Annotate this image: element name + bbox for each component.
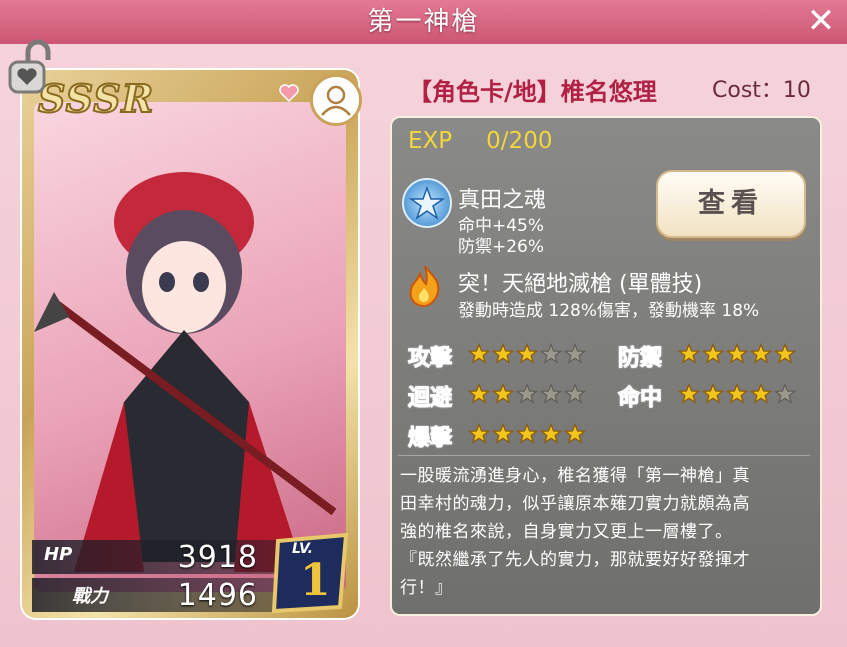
star-skill-icon: [402, 178, 452, 228]
attr-stars-attack: [467, 342, 588, 367]
star-filled-icon: [701, 382, 725, 404]
star-empty-icon: [563, 382, 587, 404]
dialog-title: 第一神槍: [367, 7, 480, 37]
passive-skill-effect-2: 防禦+26%: [458, 237, 545, 257]
star-filled-icon: [515, 422, 539, 444]
hp-row: HP 3918: [32, 540, 282, 575]
view-button[interactable]: 查看: [656, 170, 806, 238]
star-filled-icon: [749, 382, 773, 404]
character-art: [34, 102, 346, 592]
attr-label-accuracy: 命中: [617, 386, 663, 412]
star-filled-icon: [677, 342, 701, 364]
attr-label-critical: 爆擊: [407, 426, 453, 452]
star-filled-icon: [773, 342, 797, 364]
close-icon[interactable]: ✕: [803, 4, 839, 40]
attr-label-defense: 防禦: [617, 346, 663, 372]
card-stats: HP 3918 戰力 1496: [32, 536, 282, 613]
star-empty-icon: [563, 342, 587, 364]
divider: [398, 455, 810, 456]
attr-label-attack: 攻擊: [407, 346, 453, 372]
description-line: 一股暖流湧進身心，椎名獲得「第一神槍」真: [400, 466, 750, 486]
fire-icon: [402, 262, 448, 308]
star-filled-icon: [467, 422, 491, 444]
star-filled-icon: [725, 342, 749, 364]
active-skill-desc: 發動時造成 128%傷害，發動機率 18%: [458, 301, 760, 321]
level-value: 1: [300, 555, 331, 606]
power-row: 戰力 1496: [32, 578, 282, 613]
star-filled-icon: [725, 382, 749, 404]
power-label: 戰力: [72, 586, 108, 607]
star-empty-icon: [773, 382, 797, 404]
power-value: 1496: [177, 578, 258, 613]
attr-stars-defense: [677, 342, 798, 367]
cost-label: Cost：10: [712, 78, 811, 103]
star-filled-icon: [515, 342, 539, 364]
attr-stars-evasion: [467, 382, 588, 407]
exp-value: 0/200: [486, 128, 553, 154]
active-skill-name: 突！天絕地滅槍 (單體技): [458, 272, 703, 297]
description-line: 田幸村的魂力，似乎讓原本薙刀實力就頗為高: [400, 494, 750, 514]
heart-icon: [278, 82, 300, 104]
exp-row: EXP 0/200: [408, 128, 552, 154]
star-filled-icon: [491, 382, 515, 404]
hp-label: HP: [44, 544, 73, 565]
star-empty-icon: [539, 342, 563, 364]
description-line: 行！』: [400, 578, 453, 598]
star-filled-icon: [467, 342, 491, 364]
card-detail-dialog: 第一神槍 ✕ SSSR HP 3918 戰力 1496 LV. 1 【角色卡/地…: [0, 0, 847, 647]
passive-skill-name: 真田之魂: [458, 188, 547, 213]
attr-label-evasion: 迴避: [407, 386, 453, 412]
star-filled-icon: [677, 382, 701, 404]
star-filled-icon: [467, 382, 491, 404]
description-text: 一股暖流湧進身心，椎名獲得「第一神槍」真 田幸村的魂力，似乎讓原本薙刀實力就頗為…: [400, 462, 810, 602]
star-filled-icon: [749, 342, 773, 364]
character-name: 【角色卡/地】椎名悠理: [408, 78, 657, 106]
attr-stars-critical: [467, 422, 588, 447]
star-filled-icon: [539, 422, 563, 444]
star-empty-icon: [515, 382, 539, 404]
star-filled-icon: [491, 342, 515, 364]
star-empty-icon: [539, 382, 563, 404]
attr-stars-accuracy: [677, 382, 798, 407]
level-badge: LV. 1: [270, 532, 354, 614]
exp-label: EXP: [408, 128, 453, 154]
star-filled-icon: [563, 422, 587, 444]
hp-value: 3918: [177, 540, 258, 575]
star-filled-icon: [491, 422, 515, 444]
description-line: 強的椎名來說，自身實力又更上一層樓了。: [400, 522, 733, 542]
description-line: 『既然繼承了先人的實力，那就要好好發揮才: [400, 550, 750, 570]
lock-icon[interactable]: [4, 38, 60, 96]
avatar-icon[interactable]: [310, 74, 362, 126]
star-filled-icon: [701, 342, 725, 364]
